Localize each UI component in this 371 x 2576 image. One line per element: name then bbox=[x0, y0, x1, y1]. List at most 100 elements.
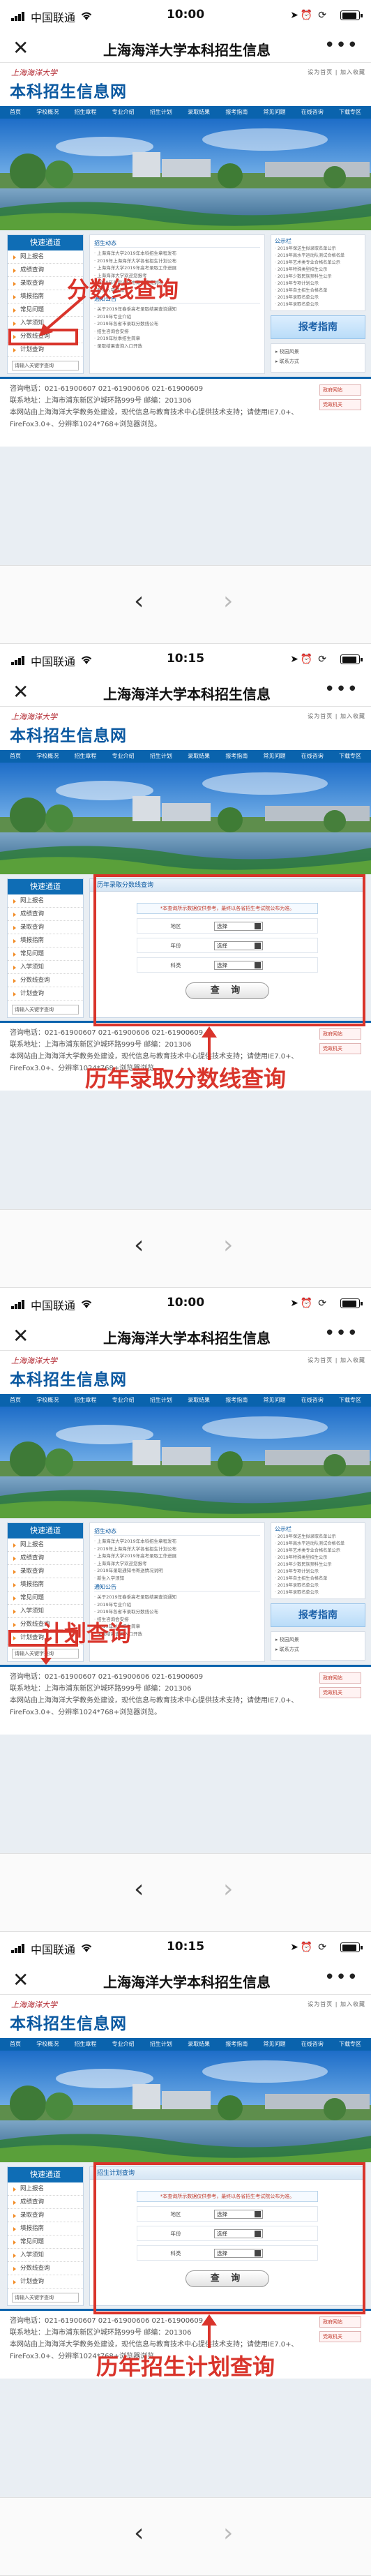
site-search-input[interactable]: 请输入关键字查询 bbox=[12, 361, 79, 370]
menu-item-9[interactable]: 下载专区 bbox=[339, 106, 361, 119]
footer-badge[interactable]: 政府网站 bbox=[319, 2316, 361, 2328]
menu-item-6[interactable]: 报考指南 bbox=[225, 2038, 248, 2051]
news-item[interactable]: · 上海海洋大学欢迎您报考 bbox=[94, 1560, 260, 1568]
notice-item[interactable]: · 2019年专业介绍 bbox=[94, 1601, 260, 1609]
public-notice-item[interactable]: · 2019年录取名单公示 bbox=[275, 294, 361, 301]
public-notice-item[interactable]: · 2019年艺术类专业合格名单公示 bbox=[275, 260, 361, 267]
site-search-input[interactable]: 请输入关键字查询 bbox=[12, 2293, 79, 2302]
header-links[interactable]: 设为首页 | 加入收藏 bbox=[308, 1356, 365, 1364]
footer-badge[interactable]: 政府网站 bbox=[319, 1672, 361, 1684]
extra-link[interactable]: ▸ 校园风景 bbox=[275, 347, 361, 357]
site-logo[interactable]: 本科招生信息网 bbox=[10, 1366, 127, 1390]
menu-item-0[interactable]: 首页 bbox=[10, 750, 21, 763]
menu-item-4[interactable]: 招生计划 bbox=[150, 106, 172, 119]
notice-item[interactable]: · 2019年各省市录取分数线公布 bbox=[94, 1608, 260, 1616]
header-links[interactable]: 设为首页 | 加入收藏 bbox=[308, 712, 365, 720]
menu-item-7[interactable]: 常见问题 bbox=[264, 2038, 286, 2051]
footer-badge[interactable]: 党政机关 bbox=[319, 399, 361, 410]
menu-item-0[interactable]: 首页 bbox=[10, 2038, 21, 2051]
quick-item-1[interactable]: 成绩查询 bbox=[8, 2196, 83, 2209]
extra-link[interactable]: ▸ 联系方式 bbox=[275, 1645, 361, 1654]
quick-item-4[interactable]: 常见问题 bbox=[8, 1592, 83, 1605]
menu-item-1[interactable]: 学校概况 bbox=[36, 106, 59, 119]
menu-item-7[interactable]: 常见问题 bbox=[264, 106, 286, 119]
menu-item-6[interactable]: 报考指南 bbox=[225, 1394, 248, 1407]
public-notice-item[interactable]: · 2019年少数民族预科生公示 bbox=[275, 274, 361, 280]
news-item[interactable]: · 上海海洋大学2019年高考录取工作进展 bbox=[94, 1552, 260, 1560]
quick-item-0[interactable]: 网上报名 bbox=[8, 894, 83, 908]
extra-link[interactable]: ▸ 联系方式 bbox=[275, 357, 361, 366]
menu-item-3[interactable]: 专业介绍 bbox=[112, 106, 135, 119]
site-search-input[interactable]: 请输入关键字查询 bbox=[12, 1005, 79, 1014]
notice-item[interactable]: · 招生咨询会安排 bbox=[94, 328, 260, 336]
quick-item-2[interactable]: 录取查询 bbox=[8, 2209, 83, 2222]
more-menu-icon[interactable]: ••• bbox=[324, 1967, 358, 1988]
quick-item-3[interactable]: 填报指南 bbox=[8, 2222, 83, 2236]
public-notice-item[interactable]: · 2019年高水平运动队测试合格名单 bbox=[275, 1541, 361, 1548]
menu-item-6[interactable]: 报考指南 bbox=[225, 750, 248, 763]
menu-item-2[interactable]: 招生章程 bbox=[74, 1394, 96, 1407]
quick-item-4[interactable]: 常见问题 bbox=[8, 948, 83, 961]
public-notice-item[interactable]: · 2019年录取名单公示 bbox=[275, 1582, 361, 1589]
site-logo[interactable]: 本科招生信息网 bbox=[10, 722, 127, 746]
site-logo[interactable]: 本科招生信息网 bbox=[10, 2010, 127, 2034]
footer-badge[interactable]: 党政机关 bbox=[319, 2331, 361, 2342]
quick-item-6[interactable]: 分数线查询 bbox=[8, 974, 83, 987]
menu-item-2[interactable]: 招生章程 bbox=[74, 2038, 96, 2051]
more-menu-icon[interactable]: ••• bbox=[324, 679, 358, 700]
more-menu-icon[interactable]: ••• bbox=[324, 35, 358, 56]
notice-item[interactable]: · 2019年秋季招生简章 bbox=[94, 335, 260, 343]
news-item[interactable]: · 2019年上海海洋大学各省招生计划公布 bbox=[94, 257, 260, 265]
back-arrow-icon[interactable]: ‹ bbox=[134, 587, 144, 615]
public-notice-item[interactable]: · 2019年特殊类型招生公示 bbox=[275, 267, 361, 274]
menu-item-5[interactable]: 录取结果 bbox=[188, 750, 210, 763]
extra-link[interactable]: ▸ 校园风景 bbox=[275, 1635, 361, 1645]
close-icon[interactable]: ✕ bbox=[13, 1968, 29, 1991]
quick-item-2[interactable]: 录取查询 bbox=[8, 1565, 83, 1578]
quick-item-0[interactable]: 网上报名 bbox=[8, 250, 83, 264]
header-links[interactable]: 设为首页 | 加入收藏 bbox=[308, 68, 365, 76]
public-notice-item[interactable]: · 2019年录取名单公示 bbox=[275, 1589, 361, 1596]
menu-item-0[interactable]: 首页 bbox=[10, 106, 21, 119]
close-icon[interactable]: ✕ bbox=[13, 36, 29, 59]
quick-item-5[interactable]: 入学须知 bbox=[8, 2249, 83, 2262]
news-item[interactable]: · 上海海洋大学2019年本科招生章程发布 bbox=[94, 250, 260, 257]
menu-item-3[interactable]: 专业介绍 bbox=[112, 1394, 135, 1407]
menu-item-9[interactable]: 下载专区 bbox=[339, 1394, 361, 1407]
back-arrow-icon[interactable]: ‹ bbox=[134, 1231, 144, 1259]
menu-item-1[interactable]: 学校概况 bbox=[36, 1394, 59, 1407]
notice-item[interactable]: · 2019年各省市录取分数线公布 bbox=[94, 320, 260, 328]
notice-item[interactable]: · 2019年专业介绍 bbox=[94, 313, 260, 321]
back-arrow-icon[interactable]: ‹ bbox=[134, 1875, 144, 1903]
news-item[interactable]: · 2019年上海海洋大学各省招生计划公布 bbox=[94, 1545, 260, 1553]
forward-arrow-icon[interactable]: › bbox=[223, 1231, 233, 1259]
menu-item-4[interactable]: 招生计划 bbox=[150, 2038, 172, 2051]
menu-item-9[interactable]: 下载专区 bbox=[339, 2038, 361, 2051]
notice-item[interactable]: · 录取结果查询入口开放 bbox=[94, 343, 260, 350]
header-links[interactable]: 设为首页 | 加入收藏 bbox=[308, 2000, 365, 2008]
menu-item-8[interactable]: 在线咨询 bbox=[301, 106, 324, 119]
public-notice-item[interactable]: · 2019年艺术类专业合格名单公示 bbox=[275, 1548, 361, 1555]
menu-item-8[interactable]: 在线咨询 bbox=[301, 750, 324, 763]
news-item[interactable]: · 2019年录取通知书寄送情况说明 bbox=[94, 1567, 260, 1575]
quick-item-7[interactable]: 计划查询 bbox=[8, 2275, 83, 2289]
footer-badge[interactable]: 政府网站 bbox=[319, 384, 361, 396]
site-logo[interactable]: 本科招生信息网 bbox=[10, 78, 127, 102]
footer-badge[interactable]: 党政机关 bbox=[319, 1043, 361, 1054]
menu-item-5[interactable]: 录取结果 bbox=[188, 106, 210, 119]
public-notice-item[interactable]: · 2019年专项计划公示 bbox=[275, 280, 361, 287]
public-notice-item[interactable]: · 2019年专项计划公示 bbox=[275, 1568, 361, 1575]
news-item[interactable]: · 上海海洋大学2019年本科招生章程发布 bbox=[94, 1538, 260, 1545]
quick-item-4[interactable]: 常见问题 bbox=[8, 2236, 83, 2249]
menu-item-3[interactable]: 专业介绍 bbox=[112, 2038, 135, 2051]
menu-item-0[interactable]: 首页 bbox=[10, 1394, 21, 1407]
menu-item-2[interactable]: 招生章程 bbox=[74, 106, 96, 119]
menu-item-5[interactable]: 录取结果 bbox=[188, 1394, 210, 1407]
footer-badge[interactable]: 政府网站 bbox=[319, 1028, 361, 1040]
menu-item-1[interactable]: 学校概况 bbox=[36, 2038, 59, 2051]
footer-badge[interactable]: 党政机关 bbox=[319, 1687, 361, 1698]
menu-item-2[interactable]: 招生章程 bbox=[74, 750, 96, 763]
news-item[interactable]: · 上海海洋大学2019年高考录取工作进展 bbox=[94, 264, 260, 272]
notice-item[interactable]: · 关于2019年春季高考录取结果查询通知 bbox=[94, 306, 260, 313]
menu-item-4[interactable]: 招生计划 bbox=[150, 750, 172, 763]
